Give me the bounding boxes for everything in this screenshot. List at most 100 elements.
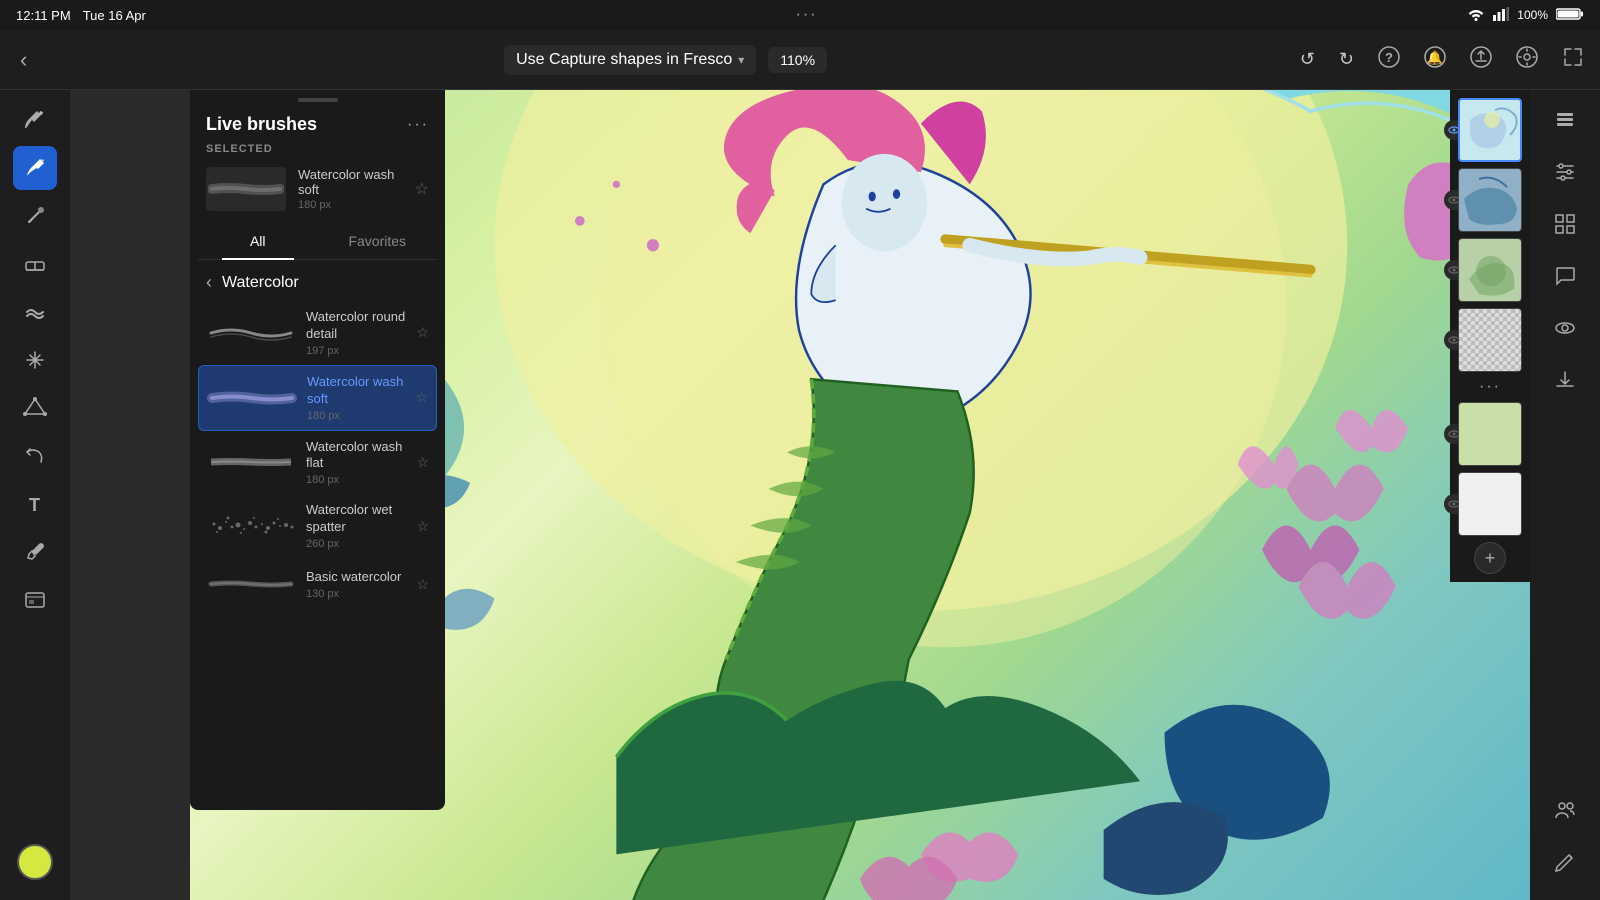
brush-item-active[interactable]: Watercolor wash soft 180 px ☆ (198, 365, 437, 431)
brush-stroke-preview-5 (206, 566, 296, 602)
brush-item-star-5[interactable]: ☆ (416, 576, 429, 593)
brush-item-name-2: Watercolor wash soft (307, 374, 405, 408)
layer-item[interactable] (1458, 238, 1522, 302)
brush-item[interactable]: Watercolor wash flat 180 px ☆ (198, 431, 437, 495)
grid-button[interactable] (1543, 202, 1587, 246)
liquefy-tool-button[interactable] (13, 290, 57, 334)
brush-item-star-2[interactable]: ☆ (415, 389, 428, 406)
brush-item-info-2: Watercolor wash soft 180 px (307, 374, 405, 422)
brush-stroke-preview-1 (206, 315, 296, 351)
brush-tool-button[interactable] (13, 98, 57, 142)
brush-item-name-4: Watercolor wet spatter (306, 502, 406, 536)
doc-title-chevron: ▾ (738, 53, 744, 67)
panel-drag-handle[interactable] (298, 98, 338, 102)
brush-panel: Live brushes ··· SELECTED Watercolor was… (190, 90, 445, 810)
layer-item[interactable] (1458, 98, 1522, 162)
doc-title: Use Capture shapes in Fresco (516, 51, 732, 69)
brush-item-star-4[interactable]: ☆ (416, 518, 429, 535)
pencil-button[interactable] (1543, 840, 1587, 884)
expand-button[interactable] (1558, 42, 1588, 77)
layer-item[interactable] (1458, 472, 1522, 536)
color-swatch[interactable] (17, 844, 53, 880)
collaborators-button[interactable] (1543, 788, 1587, 832)
brush-item-info-1: Watercolor round detail 197 px (306, 309, 406, 357)
selected-brush-star[interactable]: ☆ (415, 179, 429, 199)
layer-item[interactable] (1458, 402, 1522, 466)
back-button[interactable]: ‹ (12, 43, 35, 77)
help-button[interactable]: ? (1374, 42, 1404, 77)
wifi-icon (1467, 7, 1485, 24)
zoom-badge[interactable]: 110% (768, 47, 827, 73)
selected-brush-row: Watercolor wash soft 180 px ☆ (190, 163, 445, 223)
brush-item[interactable]: Basic watercolor 130 px ☆ (198, 558, 437, 610)
comments-button[interactable] (1543, 254, 1587, 298)
brush-item-star-1[interactable]: ☆ (416, 324, 429, 341)
layer-thumb-6[interactable] (1458, 472, 1522, 536)
brush-item-size-2: 180 px (307, 410, 405, 422)
brush-item-size-3: 180 px (306, 474, 406, 486)
eyedropper-button[interactable] (13, 530, 57, 574)
layer-thumb-4[interactable] (1458, 308, 1522, 372)
layer-item[interactable] (1458, 308, 1522, 372)
reference-tool-button[interactable] (13, 578, 57, 622)
brush-list: Watercolor round detail 197 px ☆ Waterco… (190, 301, 445, 810)
battery-icon (1556, 7, 1584, 24)
selected-brush-name: Watercolor wash soft (298, 167, 403, 197)
status-bar: 12:11 PM Tue 16 Apr ··· 100% (0, 0, 1600, 30)
type-tool-button[interactable]: T (13, 482, 57, 526)
right-toolbar (1530, 90, 1600, 900)
paint-brush-button[interactable] (13, 146, 57, 190)
settings-button[interactable] (1512, 42, 1542, 77)
tab-all[interactable]: All (198, 223, 318, 259)
transform-tool-button[interactable] (13, 338, 57, 382)
layer-item[interactable] (1458, 168, 1522, 232)
layers-button[interactable] (1543, 98, 1587, 142)
undo-button[interactable]: ↺ (1296, 45, 1319, 74)
brush-item-name-5: Basic watercolor (306, 569, 406, 586)
brush-item-size-1: 197 px (306, 345, 406, 357)
smudge-tool-button[interactable] (13, 194, 57, 238)
doc-title-area[interactable]: Use Capture shapes in Fresco ▾ (504, 45, 756, 75)
brush-category-back-button[interactable]: ‹ (206, 272, 212, 293)
redo-button[interactable]: ↻ (1335, 45, 1358, 74)
left-toolbar: T (0, 90, 70, 900)
layers-panel: ··· + (1450, 90, 1530, 582)
notifications-button[interactable]: 🔔 (1420, 42, 1450, 77)
svg-text:🔔: 🔔 (1427, 50, 1443, 65)
status-center-dots: ··· (796, 6, 818, 24)
layer-thumb-3[interactable] (1458, 238, 1522, 302)
brush-item-info-3: Watercolor wash flat 180 px (306, 439, 406, 487)
add-layer-button[interactable]: + (1474, 542, 1506, 574)
brush-item[interactable]: Watercolor round detail 197 px ☆ (198, 301, 437, 365)
battery-percent: 100% (1517, 8, 1548, 22)
brush-stroke-preview-2 (207, 380, 297, 416)
panel-header: Live brushes ··· (190, 106, 445, 143)
eye-button[interactable] (1543, 306, 1587, 350)
layers-more-button[interactable]: ··· (1479, 378, 1501, 396)
undo-history-button[interactable] (13, 434, 57, 478)
brush-item-name-3: Watercolor wash flat (306, 439, 406, 473)
panel-title: Live brushes (206, 114, 317, 135)
panel-tabs: All Favorites (198, 223, 437, 260)
svg-text:T: T (29, 495, 40, 515)
adjustments-button[interactable] (1543, 150, 1587, 194)
brush-item[interactable]: Watercolor wet spatter 260 px ☆ (198, 494, 437, 558)
brush-list-header: ‹ Watercolor (190, 260, 445, 301)
vector-tool-button[interactable] (13, 386, 57, 430)
panel-menu-button[interactable]: ··· (407, 116, 429, 134)
brush-item-size-4: 260 px (306, 538, 406, 550)
share-button[interactable] (1466, 42, 1496, 77)
brush-stroke-preview-3 (206, 444, 296, 480)
selected-brush-preview (206, 167, 286, 211)
layer-thumb-1[interactable] (1458, 98, 1522, 162)
time-display: 12:11 PM (16, 8, 71, 23)
layer-thumb-5[interactable] (1458, 402, 1522, 466)
brush-category-name: Watercolor (222, 274, 299, 292)
tab-favorites[interactable]: Favorites (318, 223, 438, 259)
selected-brush-size: 180 px (298, 199, 403, 211)
import-button[interactable] (1543, 358, 1587, 402)
layer-thumb-2[interactable] (1458, 168, 1522, 232)
brush-item-size-5: 130 px (306, 588, 406, 600)
eraser-tool-button[interactable] (13, 242, 57, 286)
brush-item-star-3[interactable]: ☆ (416, 454, 429, 471)
